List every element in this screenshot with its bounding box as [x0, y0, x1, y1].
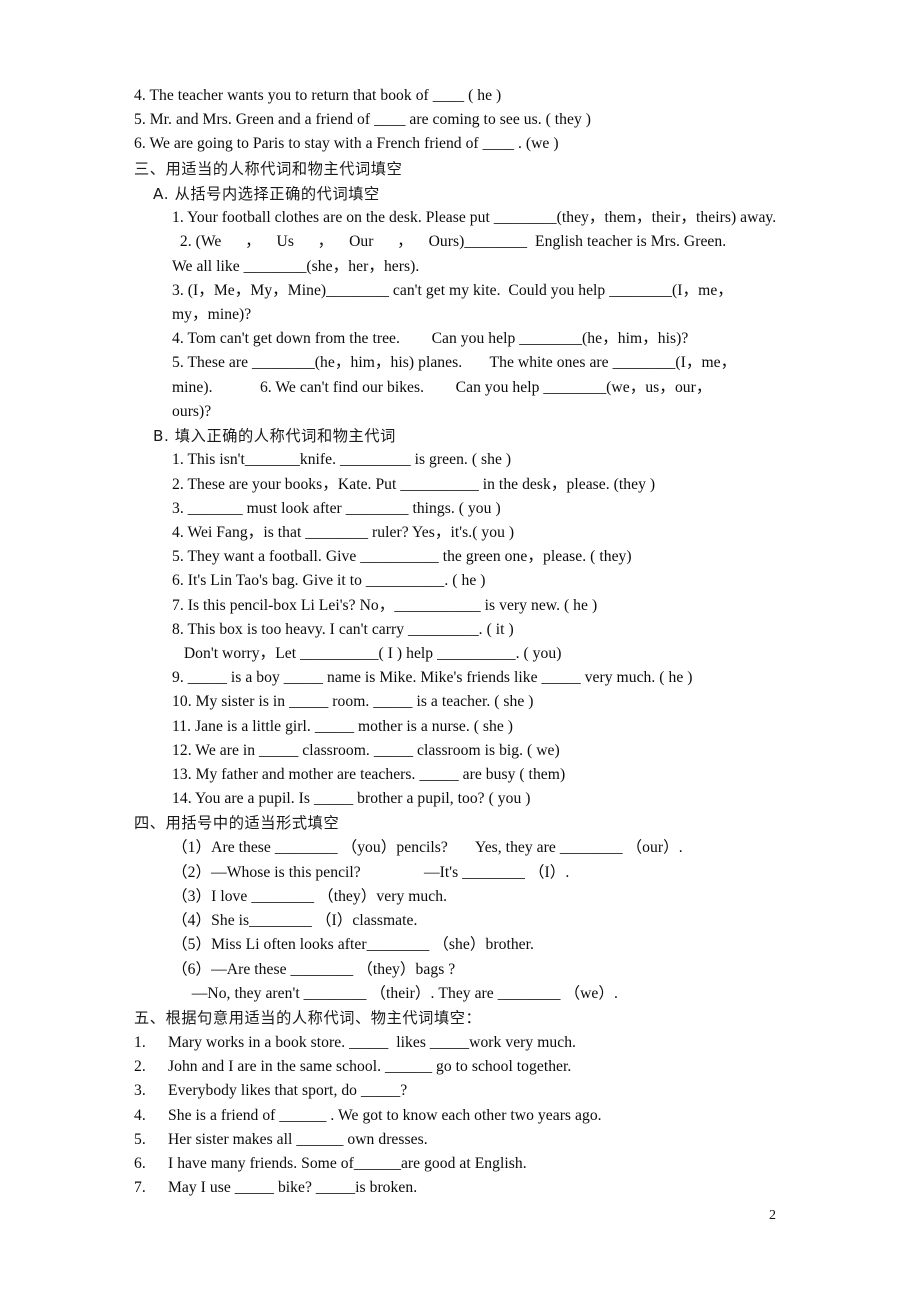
exercise-line: 5. They want a football. Give __________…	[172, 548, 632, 566]
section-three-heading: 三、用适当的人称代词和物主代词填空	[134, 159, 403, 178]
worksheet-page: 4. The teacher wants you to return that …	[0, 0, 920, 1302]
exercise-line: —No, they aren't ________ （their）. They …	[172, 984, 618, 1002]
exercise-line: 2. (We ， Us ， Our ， Ours)________ Englis…	[172, 233, 727, 251]
exercise-line: 7. Is this pencil-box Li Lei's? No，_____…	[172, 596, 598, 614]
subsection-a-heading: A. 从括号内选择正确的代词填空	[153, 184, 380, 203]
item-text: Everybody likes that sport, do _____?	[168, 1082, 408, 1100]
section-three-part-a: A. 从括号内选择正确的代词填空 1. Your football clothe…	[134, 182, 814, 424]
exercise-line: 4. Tom can't get down from the tree. Can…	[172, 330, 689, 348]
section-five: 五、根据句意用适当的人称代词、物主代词填空： 1. Mary works in a…	[134, 1006, 814, 1200]
exercise-line: （4）She is________ （I）classmate.	[172, 912, 418, 930]
list-item: 2. John and I are in the same school. ___…	[134, 1055, 814, 1079]
item-number: 5.	[134, 1130, 146, 1148]
exercise-line: 14. You are a pupil. Is _____ brother a …	[172, 790, 531, 808]
exercise-line: （1）Are these ________ （you）pencils? Yes,…	[172, 839, 683, 857]
exercise-line: 4. The teacher wants you to return that …	[134, 87, 502, 104]
exercise-line: 3. (I，Me，My，Mine)________ can't get my k…	[172, 281, 733, 299]
item-text: Her sister makes all ______ own dresses.	[168, 1130, 428, 1148]
item-number: 1.	[134, 1033, 146, 1051]
exercise-line: 5. Mr. and Mrs. Green and a friend of __…	[134, 111, 592, 129]
subsection-b-heading: B. 填入正确的人称代词和物主代词	[153, 426, 396, 445]
exercise-line: 6. We are going to Paris to stay with a …	[134, 135, 559, 153]
exercise-line: 6. It's Lin Tao's bag. Give it to ______…	[172, 572, 486, 590]
item-text: John and I are in the same school. _____…	[168, 1058, 572, 1076]
section-three-part-b: B. 填入正确的人称代词和物主代词 1. This isn't_______kn…	[134, 424, 814, 812]
exercise-line: 10. My sister is in _____ room. _____ is…	[172, 693, 534, 711]
exercise-line: 4. Wei Fang，is that ________ ruler? Yes，…	[172, 524, 515, 542]
item-text: I have many friends. Some of______are go…	[168, 1154, 527, 1172]
item-number: 7.	[134, 1179, 146, 1197]
section-four-heading: 四、用括号中的适当形式填空	[134, 814, 340, 833]
exercise-line: my，mine)?	[172, 305, 252, 323]
item-number: 4.	[134, 1106, 146, 1124]
exercise-line: （5）Miss Li often looks after________ （sh…	[172, 936, 534, 954]
section-two-tail: 4. The teacher wants you to return that …	[134, 84, 814, 157]
item-number: 6.	[134, 1154, 146, 1172]
document-body: 4. The teacher wants you to return that …	[134, 84, 814, 1200]
exercise-line: We all like ________(she，her，hers).	[172, 257, 420, 275]
exercise-line: 11. Jane is a little girl. _____ mother …	[172, 717, 514, 735]
list-item: 4. She is a friend of ______ . We got to …	[134, 1104, 814, 1128]
item-number: 2.	[134, 1058, 146, 1076]
item-text: May I use _____ bike? _____is broken.	[168, 1179, 418, 1197]
exercise-line: （2）—Whose is this pencil? —It's ________…	[172, 863, 570, 881]
exercise-line: 3. _______ must look after ________ thin…	[172, 499, 501, 517]
exercise-line: （6）—Are these ________ （they）bags ?	[172, 960, 456, 978]
list-item: 7. May I use _____ bike? _____is broken.	[134, 1176, 814, 1200]
exercise-line: mine). 6. We can't find our bikes. Can y…	[172, 378, 712, 396]
item-text: Mary works in a book store. _____ likes …	[168, 1033, 576, 1051]
list-item: 5. Her sister makes all ______ own dresse…	[134, 1128, 814, 1152]
exercise-line: Don't worry，Let __________( I ) help ___…	[172, 645, 562, 663]
section-five-heading: 五、根据句意用适当的人称代词、物主代词填空：	[134, 1008, 482, 1027]
exercise-line: 13. My father and mother are teachers. _…	[172, 766, 566, 784]
exercise-line: （3）I love ________ （they）very much.	[172, 887, 448, 905]
exercise-line: 5. These are ________(he，him，his) planes…	[172, 354, 737, 372]
exercise-line: 1. This isn't_______knife. _________ is …	[172, 451, 512, 469]
exercise-line: 12. We are in _____ classroom. _____ cla…	[172, 741, 560, 759]
exercise-line: 8. This box is too heavy. I can't carry …	[172, 620, 514, 638]
exercise-line: 2. These are your books，Kate. Put ______…	[172, 475, 656, 493]
list-item: 6. I have many friends. Some of______are …	[134, 1152, 814, 1176]
section-three: 三、用适当的人称代词和物主代词填空 A. 从括号内选择正确的代词填空 1. Yo…	[134, 157, 814, 812]
list-item: 3. Everybody likes that sport, do _____?	[134, 1079, 814, 1103]
exercise-line: 9. _____ is a boy _____ name is Mike. Mi…	[172, 669, 693, 687]
page-number: 2	[769, 1208, 776, 1223]
item-text: She is a friend of ______ . We got to kn…	[168, 1106, 602, 1124]
item-number: 3.	[134, 1082, 146, 1100]
exercise-line: ours)?	[172, 402, 212, 420]
list-item: 1. Mary works in a book store. _____ like…	[134, 1031, 814, 1055]
exercise-line: 1. Your football clothes are on the desk…	[172, 209, 777, 227]
section-four: 四、用括号中的适当形式填空 （1）Are these ________ （you…	[134, 811, 814, 1005]
